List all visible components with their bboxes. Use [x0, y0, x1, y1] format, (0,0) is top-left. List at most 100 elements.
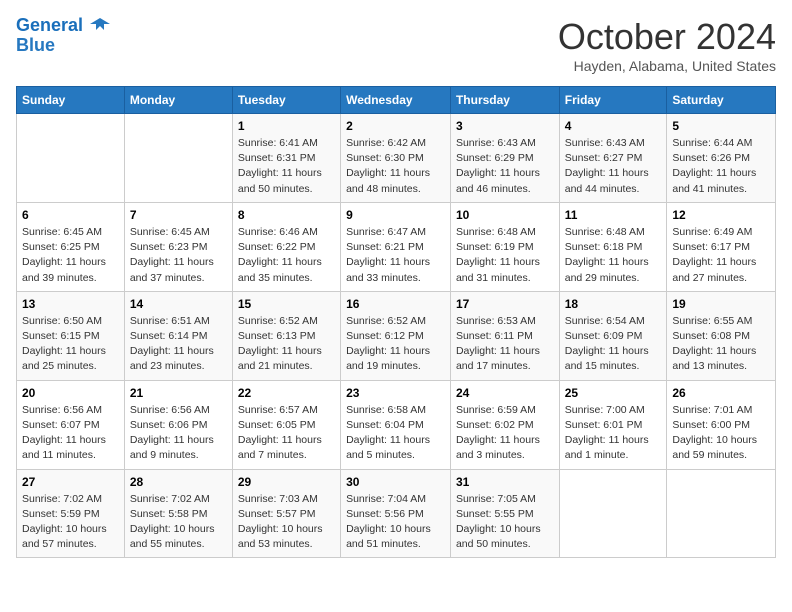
calendar-cell: 2 Sunrise: 6:42 AM Sunset: 6:30 PM Daylig… [341, 114, 451, 203]
logo-blue: Blue [16, 35, 55, 55]
day-info: Sunrise: 7:03 AM Sunset: 5:57 PM Dayligh… [238, 492, 335, 553]
logo-general: General [16, 15, 83, 35]
calendar-cell: 3 Sunrise: 6:43 AM Sunset: 6:29 PM Daylig… [450, 114, 559, 203]
day-number: 31 [456, 475, 554, 489]
calendar-cell: 28 Sunrise: 7:02 AM Sunset: 5:58 PM Dayli… [124, 469, 232, 558]
logo: General Blue [16, 16, 110, 56]
page-header: General Blue October 2024 Hayden, Alabam… [16, 16, 776, 74]
day-number: 26 [672, 386, 770, 400]
day-info: Sunrise: 6:48 AM Sunset: 6:19 PM Dayligh… [456, 225, 554, 286]
day-info: Sunrise: 6:45 AM Sunset: 6:25 PM Dayligh… [22, 225, 119, 286]
calendar-week-1: 1Sunrise: 6:41 AM Sunset: 6:31 PM Daylig… [17, 114, 776, 203]
calendar-cell: 21 Sunrise: 6:56 AM Sunset: 6:06 PM Dayli… [124, 380, 232, 469]
day-info: Sunrise: 7:02 AM Sunset: 5:58 PM Dayligh… [130, 492, 227, 553]
weekday-header-thursday: Thursday [450, 87, 559, 114]
day-number: 16 [346, 297, 445, 311]
calendar-cell: 15 Sunrise: 6:52 AM Sunset: 6:13 PM Dayli… [232, 291, 340, 380]
day-number: 28 [130, 475, 227, 489]
day-info: Sunrise: 6:49 AM Sunset: 6:17 PM Dayligh… [672, 225, 770, 286]
calendar-cell: 16Sunrise: 6:52 AM Sunset: 6:12 PM Dayli… [341, 291, 451, 380]
calendar-week-2: 6Sunrise: 6:45 AM Sunset: 6:25 PM Daylig… [17, 202, 776, 291]
day-number: 24 [456, 386, 554, 400]
calendar-cell: 20 Sunrise: 6:56 AM Sunset: 6:07 PM Dayli… [17, 380, 125, 469]
day-number: 11 [565, 208, 662, 222]
day-info: Sunrise: 6:57 AM Sunset: 6:05 PM Dayligh… [238, 403, 335, 464]
day-info: Sunrise: 7:05 AM Sunset: 5:55 PM Dayligh… [456, 492, 554, 553]
day-number: 13 [22, 297, 119, 311]
calendar-cell: 17 Sunrise: 6:53 AM Sunset: 6:11 PM Dayli… [450, 291, 559, 380]
day-info: Sunrise: 6:44 AM Sunset: 6:26 PM Dayligh… [672, 136, 770, 197]
location: Hayden, Alabama, United States [558, 58, 776, 74]
day-number: 25 [565, 386, 662, 400]
day-info: Sunrise: 6:42 AM Sunset: 6:30 PM Dayligh… [346, 136, 445, 197]
month-title: October 2024 [558, 16, 776, 58]
day-info: Sunrise: 6:41 AM Sunset: 6:31 PM Dayligh… [238, 136, 335, 197]
calendar-cell: 12 Sunrise: 6:49 AM Sunset: 6:17 PM Dayli… [667, 202, 776, 291]
day-number: 19 [672, 297, 770, 311]
calendar-cell [17, 114, 125, 203]
calendar-cell [124, 114, 232, 203]
calendar-cell: 18 Sunrise: 6:54 AM Sunset: 6:09 PM Dayli… [559, 291, 667, 380]
day-info: Sunrise: 7:00 AM Sunset: 6:01 PM Dayligh… [565, 403, 662, 464]
day-number: 23 [346, 386, 445, 400]
day-info: Sunrise: 6:52 AM Sunset: 6:13 PM Dayligh… [238, 314, 335, 375]
weekday-header-saturday: Saturday [667, 87, 776, 114]
calendar-cell: 4 Sunrise: 6:43 AM Sunset: 6:27 PM Daylig… [559, 114, 667, 203]
day-number: 12 [672, 208, 770, 222]
weekday-header-row: SundayMondayTuesdayWednesdayThursdayFrid… [17, 87, 776, 114]
day-number: 2 [346, 119, 445, 133]
calendar-table: SundayMondayTuesdayWednesdayThursdayFrid… [16, 86, 776, 558]
day-number: 30 [346, 475, 445, 489]
calendar-week-4: 20 Sunrise: 6:56 AM Sunset: 6:07 PM Dayli… [17, 380, 776, 469]
day-number: 4 [565, 119, 662, 133]
calendar-cell: 26Sunrise: 7:01 AM Sunset: 6:00 PM Dayli… [667, 380, 776, 469]
day-info: Sunrise: 6:56 AM Sunset: 6:07 PM Dayligh… [22, 403, 119, 464]
calendar-cell: 8 Sunrise: 6:46 AM Sunset: 6:22 PM Daylig… [232, 202, 340, 291]
weekday-header-monday: Monday [124, 87, 232, 114]
day-info: Sunrise: 6:59 AM Sunset: 6:02 PM Dayligh… [456, 403, 554, 464]
calendar-cell: 29 Sunrise: 7:03 AM Sunset: 5:57 PM Dayli… [232, 469, 340, 558]
calendar-cell: 23Sunrise: 6:58 AM Sunset: 6:04 PM Dayli… [341, 380, 451, 469]
day-number: 15 [238, 297, 335, 311]
day-number: 22 [238, 386, 335, 400]
day-info: Sunrise: 6:55 AM Sunset: 6:08 PM Dayligh… [672, 314, 770, 375]
calendar-cell [559, 469, 667, 558]
day-number: 18 [565, 297, 662, 311]
calendar-cell [667, 469, 776, 558]
day-info: Sunrise: 6:48 AM Sunset: 6:18 PM Dayligh… [565, 225, 662, 286]
day-info: Sunrise: 6:43 AM Sunset: 6:27 PM Dayligh… [565, 136, 662, 197]
day-number: 8 [238, 208, 335, 222]
calendar-cell: 1Sunrise: 6:41 AM Sunset: 6:31 PM Daylig… [232, 114, 340, 203]
day-number: 3 [456, 119, 554, 133]
day-info: Sunrise: 6:56 AM Sunset: 6:06 PM Dayligh… [130, 403, 227, 464]
weekday-header-tuesday: Tuesday [232, 87, 340, 114]
day-info: Sunrise: 7:02 AM Sunset: 5:59 PM Dayligh… [22, 492, 119, 553]
day-number: 10 [456, 208, 554, 222]
logo-bird-icon [90, 16, 110, 36]
calendar-cell: 10 Sunrise: 6:48 AM Sunset: 6:19 PM Dayli… [450, 202, 559, 291]
calendar-cell: 27 Sunrise: 7:02 AM Sunset: 5:59 PM Dayli… [17, 469, 125, 558]
calendar-cell: 13 Sunrise: 6:50 AM Sunset: 6:15 PM Dayli… [17, 291, 125, 380]
calendar-cell: 19 Sunrise: 6:55 AM Sunset: 6:08 PM Dayli… [667, 291, 776, 380]
day-info: Sunrise: 6:46 AM Sunset: 6:22 PM Dayligh… [238, 225, 335, 286]
day-number: 5 [672, 119, 770, 133]
day-number: 17 [456, 297, 554, 311]
day-number: 20 [22, 386, 119, 400]
day-info: Sunrise: 6:53 AM Sunset: 6:11 PM Dayligh… [456, 314, 554, 375]
calendar-cell: 11 Sunrise: 6:48 AM Sunset: 6:18 PM Dayli… [559, 202, 667, 291]
day-info: Sunrise: 7:04 AM Sunset: 5:56 PM Dayligh… [346, 492, 445, 553]
day-info: Sunrise: 6:50 AM Sunset: 6:15 PM Dayligh… [22, 314, 119, 375]
day-info: Sunrise: 6:54 AM Sunset: 6:09 PM Dayligh… [565, 314, 662, 375]
weekday-header-friday: Friday [559, 87, 667, 114]
day-info: Sunrise: 6:43 AM Sunset: 6:29 PM Dayligh… [456, 136, 554, 197]
day-number: 29 [238, 475, 335, 489]
day-number: 14 [130, 297, 227, 311]
day-number: 9 [346, 208, 445, 222]
day-info: Sunrise: 6:47 AM Sunset: 6:21 PM Dayligh… [346, 225, 445, 286]
calendar-cell: 7Sunrise: 6:45 AM Sunset: 6:23 PM Daylig… [124, 202, 232, 291]
day-number: 21 [130, 386, 227, 400]
calendar-week-5: 27 Sunrise: 7:02 AM Sunset: 5:59 PM Dayli… [17, 469, 776, 558]
day-number: 27 [22, 475, 119, 489]
calendar-cell: 22 Sunrise: 6:57 AM Sunset: 6:05 PM Dayli… [232, 380, 340, 469]
calendar-cell: 14Sunrise: 6:51 AM Sunset: 6:14 PM Dayli… [124, 291, 232, 380]
